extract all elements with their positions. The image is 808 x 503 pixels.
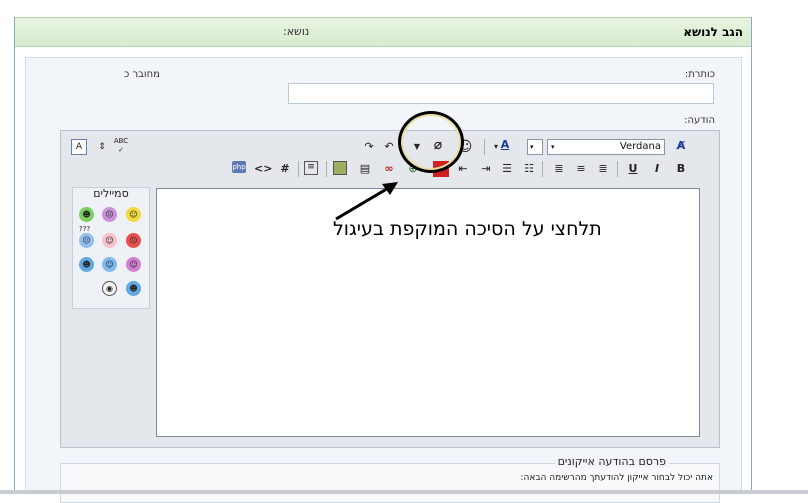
post-icons-description: אתה יכול לבחור אייקון להודעתך מהרשימה הב… <box>520 473 713 483</box>
tongue-smiley-icon[interactable]: ☺ <box>126 257 141 272</box>
font-name-select[interactable]: ▾ Verdana <box>547 139 665 155</box>
shocked-smiley-icon[interactable]: ◉ <box>102 281 117 296</box>
font-size-select[interactable]: ▾ <box>527 139 543 155</box>
php-icon[interactable]: php <box>232 161 246 173</box>
message-label: הודעה: <box>684 115 715 126</box>
smilies-panel: סמיילים ☻ ☹ ☺ ??? ☹ ☺ ☹ ☻ ☺ ☺ ◉ ☻ <box>72 187 150 309</box>
redo-icon[interactable]: ↷ <box>361 139 377 155</box>
resize-icon[interactable]: ⇕ <box>94 139 110 155</box>
align-center-icon[interactable]: ≡ <box>573 161 589 177</box>
html-code-icon[interactable]: <> <box>254 161 272 177</box>
wink-smiley-icon[interactable]: ☺ <box>102 233 117 248</box>
remove-format-icon[interactable]: A̸ <box>673 138 689 154</box>
bold-button[interactable]: B <box>673 161 689 177</box>
form-panel: כותרת: מחובר כ הודעה: A ⇕ ABC ✓ ↷ ↶ ▼ ⌀ ☺… <box>25 57 742 503</box>
toolbar-separator <box>484 139 485 155</box>
title-label: כותרת: <box>684 69 715 80</box>
page-bottom-border <box>0 490 808 494</box>
reply-form-frame: הגב לנושא נושא: כותרת: מחובר כ הודעה: A … <box>14 17 752 503</box>
page-title: הגב לנושא <box>683 25 743 39</box>
underline-button[interactable]: U <box>625 161 641 177</box>
spellcheck-icon[interactable]: ABC ✓ <box>113 137 129 154</box>
subject-label: נושא: <box>283 25 310 38</box>
undo-icon[interactable]: ↶ <box>381 139 397 155</box>
angry-smiley-icon[interactable]: ☹ <box>126 233 141 248</box>
quote-icon[interactable]: ≡ <box>304 161 318 175</box>
toolbar-separator <box>617 161 618 177</box>
italic-button[interactable]: I <box>649 161 665 177</box>
confused-smiley-icon[interactable]: ??? ☹ <box>79 225 94 248</box>
insert-image-icon[interactable] <box>333 161 347 175</box>
smilies-title: סמיילים <box>93 187 129 200</box>
post-icons-fieldset: פרסם בהודעה אייקונים אתה יכול לבחור אייק… <box>60 455 720 503</box>
form-header: הגב לנושא נושא: <box>15 17 751 47</box>
cool-smiley-icon[interactable]: ☻ <box>126 281 141 296</box>
toggle-mode-icon[interactable]: A <box>71 139 87 155</box>
outdent-icon[interactable]: ⇥ <box>478 161 494 177</box>
happy-smiley-icon[interactable]: ☺ <box>102 257 117 272</box>
author-label: מחובר כ <box>124 69 160 80</box>
align-right-icon[interactable]: ≣ <box>595 161 611 177</box>
sick-smiley-icon[interactable]: ☹ <box>102 207 117 222</box>
toolbar-separator <box>326 161 327 177</box>
bullet-list-icon[interactable]: ☰ <box>499 161 515 177</box>
highlight-circle <box>398 111 464 173</box>
smile-smiley-icon[interactable]: ☺ <box>126 207 141 222</box>
font-color-icon[interactable]: A <box>497 137 513 153</box>
annotation-text: תלחצי על הסיכה המוקפת בעיגול <box>333 218 602 240</box>
title-input[interactable] <box>288 83 714 104</box>
numbered-list-icon[interactable]: ☷ <box>521 161 537 177</box>
toolbar-separator <box>298 161 299 177</box>
laugh-smiley-icon[interactable]: ☻ <box>79 257 94 272</box>
toolbar-separator <box>542 161 543 177</box>
post-icons-legend: פרסם בהודעה אייקונים <box>554 455 669 468</box>
grin-smiley-icon[interactable]: ☻ <box>79 207 94 222</box>
align-left-icon[interactable]: ≣ <box>551 161 567 177</box>
code-hash-icon[interactable]: # <box>277 161 293 177</box>
indent-icon[interactable]: ⇤ <box>455 161 471 177</box>
